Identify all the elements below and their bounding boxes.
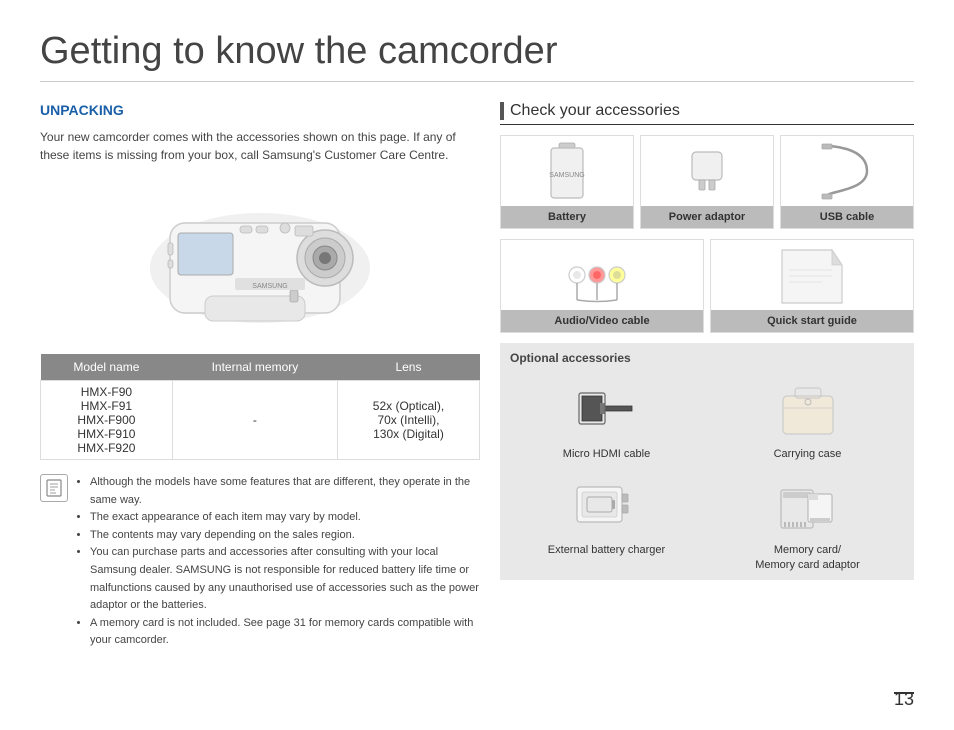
- svg-text:SAMSUNG: SAMSUNG: [252, 283, 287, 290]
- battery-charger-label: External battery charger: [510, 543, 703, 557]
- right-column: Check your accessories SAMSUNG Battery: [500, 102, 914, 650]
- lens-value: 52x (Optical),70x (Intelli),130x (Digita…: [337, 381, 479, 460]
- av-cable-label: Audio/Video cable: [501, 310, 703, 332]
- optional-memory-card: Memory card/Memory card adaptor: [711, 469, 904, 572]
- memory-card-label: Memory card/Memory card adaptor: [711, 543, 904, 572]
- av-cable-image: [501, 240, 703, 310]
- usb-cable-label: USB cable: [781, 206, 913, 228]
- svg-text:SAMSUNG: SAMSUNG: [549, 172, 584, 179]
- model-names: HMX-F90HMX-F91HMX-F900HMX-F910HMX-F920: [41, 381, 173, 460]
- carrying-case-image: [711, 373, 904, 443]
- unpacking-title: UNPACKING: [40, 102, 480, 118]
- table-row: HMX-F90HMX-F91HMX-F900HMX-F910HMX-F920 -…: [41, 381, 480, 460]
- table-header-model: Model name: [41, 354, 173, 381]
- notes-section: Although the models have some features t…: [40, 474, 480, 650]
- optional-carrying-case: Carrying case: [711, 373, 904, 461]
- note-item: The exact appearance of each item may va…: [90, 509, 480, 527]
- memory-card-image: [711, 469, 904, 539]
- optional-grid: Micro HDMI cable Carrying case: [510, 373, 904, 572]
- check-accessories-title: Check your accessories: [500, 102, 914, 125]
- unpacking-intro: Your new camcorder comes with the access…: [40, 128, 480, 164]
- battery-image: SAMSUNG: [501, 136, 633, 206]
- table-header-memory: Internal memory: [172, 354, 337, 381]
- quick-guide-label: Quick start guide: [711, 310, 913, 332]
- memory-value: -: [172, 381, 337, 460]
- note-item: A memory card is not included. See page …: [90, 615, 480, 650]
- accessories-grid-top: SAMSUNG Battery Power adaptor: [500, 135, 914, 229]
- notes-list: Although the models have some features t…: [76, 474, 480, 650]
- accessory-quick-guide: Quick start guide: [710, 239, 914, 333]
- carrying-case-label: Carrying case: [711, 447, 904, 461]
- accessory-power-adaptor: Power adaptor: [640, 135, 774, 229]
- quick-guide-image: [711, 240, 913, 310]
- optional-title: Optional accessories: [510, 351, 904, 365]
- micro-hdmi-image: [510, 373, 703, 443]
- battery-label: Battery: [501, 206, 633, 228]
- note-item: The contents may vary depending on the s…: [90, 527, 480, 545]
- table-header-lens: Lens: [337, 354, 479, 381]
- micro-hdmi-label: Micro HDMI cable: [510, 447, 703, 461]
- accessory-usb-cable: USB cable: [780, 135, 914, 229]
- camcorder-image: SAMSUNG: [140, 178, 380, 338]
- optional-micro-hdmi: Micro HDMI cable: [510, 373, 703, 461]
- note-item: Although the models have some features t…: [90, 474, 480, 509]
- left-column: UNPACKING Your new camcorder comes with …: [40, 102, 480, 650]
- note-icon: [40, 474, 68, 502]
- accessories-grid-bottom: Audio/Video cable Quick start guide: [500, 239, 914, 333]
- optional-section: Optional accessories Micro HDMI cable: [500, 343, 914, 580]
- power-adaptor-label: Power adaptor: [641, 206, 773, 228]
- power-adaptor-image: [641, 136, 773, 206]
- page-title: Getting to know the camcorder: [40, 30, 914, 82]
- model-table: Model name Internal memory Lens HMX-F90H…: [40, 354, 480, 460]
- accessory-av-cable: Audio/Video cable: [500, 239, 704, 333]
- page-number: 13: [894, 689, 914, 710]
- battery-charger-image: [510, 469, 703, 539]
- usb-cable-image: [781, 136, 913, 206]
- accessory-battery: SAMSUNG Battery: [500, 135, 634, 229]
- optional-battery-charger: External battery charger: [510, 469, 703, 572]
- note-item: You can purchase parts and accessories a…: [90, 544, 480, 614]
